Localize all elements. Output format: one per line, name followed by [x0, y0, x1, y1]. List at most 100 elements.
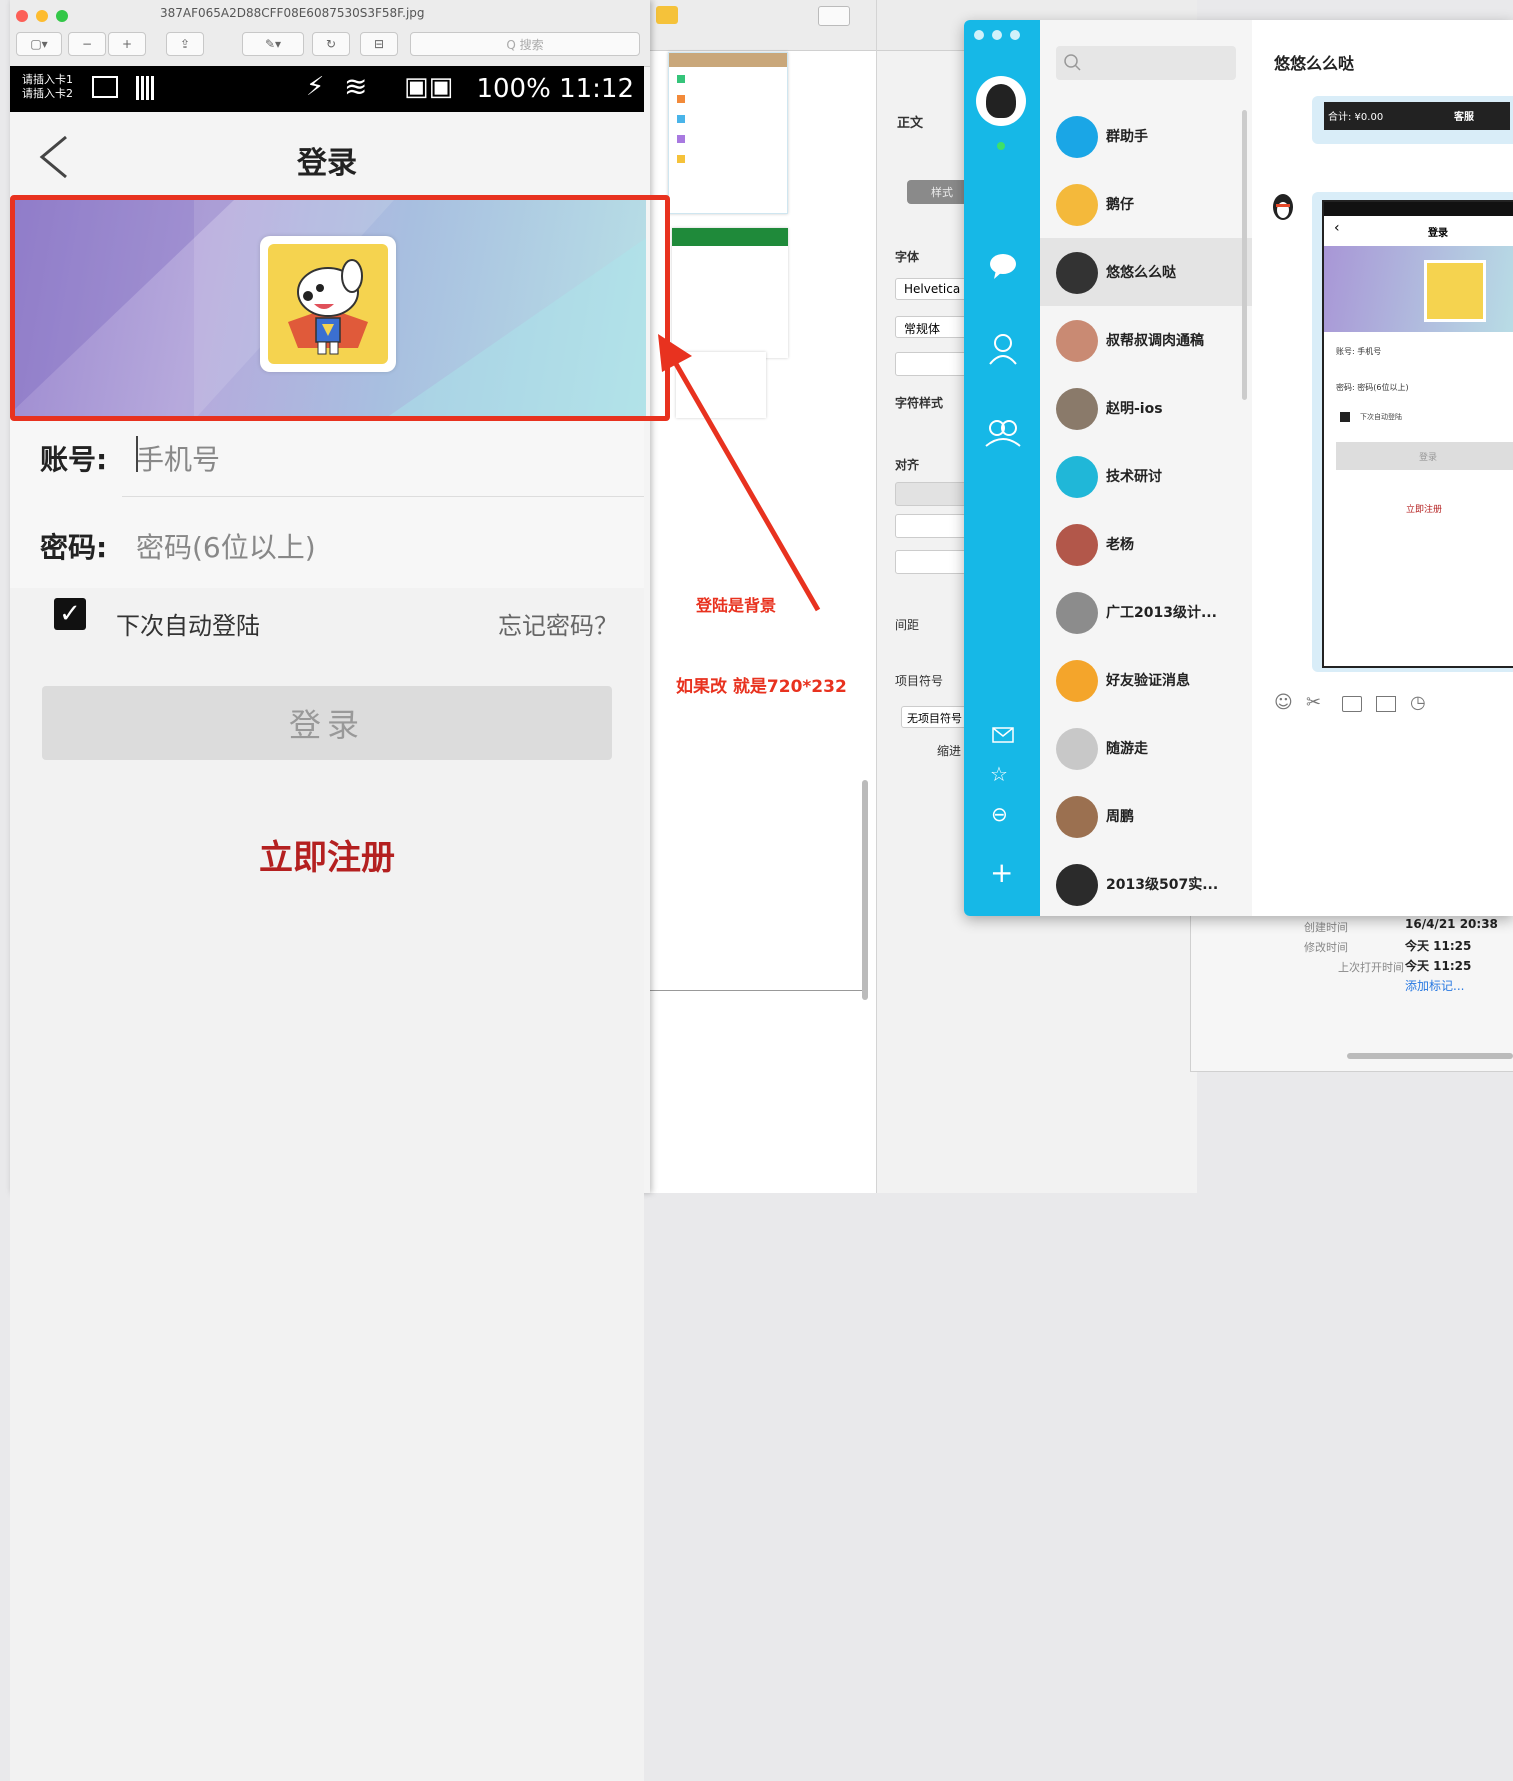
close-window-button[interactable]	[16, 10, 28, 22]
minimize-window-button[interactable]	[992, 30, 1002, 40]
contact-name: 赵明-ios	[1106, 401, 1163, 417]
password-input[interactable]: 密码(6位以上)	[136, 526, 316, 566]
more-icon[interactable]: ⊖	[991, 802, 1008, 826]
preview-back-icon: ‹	[1334, 220, 1340, 236]
message-bubble-screenshot[interactable]: ‹ 登录 账号: 手机号 密码: 密码(6位以上) 下次自动登陆 登录 立即注册	[1312, 192, 1513, 672]
contact-avatar	[1056, 864, 1098, 906]
zoom-out-button[interactable]: −	[68, 32, 106, 56]
forgot-password-link[interactable]: 忘记密码？	[498, 606, 618, 641]
share-button[interactable]	[818, 6, 850, 26]
sim1-text: 请插入卡1	[22, 73, 73, 86]
modified-label: 修改时间	[1304, 941, 1348, 954]
contact-name: 叔帮叔调肉通稿	[1106, 333, 1204, 349]
login-button[interactable]: 登录	[42, 686, 612, 760]
sim-cards-icon: ▣▣	[404, 72, 454, 102]
share-icon[interactable]: ⇪	[166, 32, 204, 56]
search-input[interactable]: Q 搜索	[410, 32, 640, 56]
horizontal-scrollbar[interactable]	[1347, 1053, 1513, 1059]
bullets-label[interactable]: 项目符号	[895, 672, 943, 689]
account-input[interactable]: 手机号	[136, 438, 220, 478]
rotate-button[interactable]: ↻	[312, 32, 350, 56]
contact-item[interactable]: 赵明-ios	[1040, 374, 1252, 442]
contact-name: 技术研讨	[1106, 469, 1162, 485]
gallery-icon	[92, 76, 118, 98]
contact-item[interactable]: 广工2013级计...	[1040, 578, 1252, 646]
auto-login-label[interactable]: 下次自动登陆	[116, 606, 260, 641]
emoji-icon[interactable]: ☺	[1274, 692, 1293, 713]
contact-item[interactable]: 悠悠么么哒	[1040, 238, 1252, 306]
contact-name: 广工2013级计...	[1106, 605, 1217, 621]
mute-icon: ⚡	[306, 72, 325, 102]
markup-button[interactable]: ✎▾	[242, 32, 304, 56]
image-icon[interactable]	[1376, 696, 1396, 712]
msg-total: 合计: ¥0.00	[1328, 112, 1384, 123]
add-tag-link[interactable]: 添加标记...	[1405, 977, 1464, 994]
preview-title: 登录	[1428, 228, 1448, 239]
contacts-icon[interactable]	[988, 332, 1018, 366]
groups-icon[interactable]	[984, 418, 1022, 448]
contact-list: 群助手 鹅仔悠悠么么哒叔帮叔调肉通稿 赵明-ios 技术研讨老杨广工2013级计...…	[1040, 20, 1253, 916]
favorites-star-icon[interactable]: ☆	[990, 762, 1008, 786]
scrollbar[interactable]	[862, 780, 868, 1000]
search-icon	[1064, 54, 1081, 71]
account-label: 账号:	[40, 443, 108, 476]
list-scrollbar[interactable]	[1242, 110, 1247, 400]
close-window-button[interactable]	[974, 30, 984, 40]
contact-item[interactable]: 群助手	[1040, 102, 1252, 170]
contact-item[interactable]: 鹅仔	[1040, 170, 1252, 238]
barcode-icon	[136, 76, 156, 100]
contact-item[interactable]: 技术研讨	[1040, 442, 1252, 510]
preview-toolbar: 387AF065A2D88CFF08E6087530S3F58F.jpg ▢▾ …	[10, 0, 650, 67]
contact-item[interactable]: 叔帮叔调肉通稿	[1040, 306, 1252, 374]
align-label: 对齐	[895, 458, 920, 472]
user-avatar[interactable]	[976, 76, 1026, 126]
thumbnail-list-screen[interactable]	[668, 52, 788, 214]
history-clock-icon[interactable]: ◷	[1410, 692, 1426, 713]
lower-area	[10, 588, 644, 1781]
zoom-in-button[interactable]: +	[108, 32, 146, 56]
zoom-window-button[interactable]	[1010, 30, 1020, 40]
add-icon[interactable]: +	[990, 856, 1013, 889]
contact-avatar	[1056, 456, 1098, 498]
text-cursor	[136, 436, 138, 472]
align-left-button[interactable]	[895, 482, 967, 506]
sidebar-toggle-button[interactable]: ▢▾	[16, 32, 62, 56]
register-link[interactable]: 立即注册	[10, 830, 644, 879]
zoom-window-button[interactable]	[56, 10, 68, 22]
contact-name: 周鹏	[1106, 809, 1134, 825]
messages-icon[interactable]	[988, 252, 1018, 280]
spacing-label[interactable]: 间距	[895, 616, 919, 633]
screenshot-icon[interactable]	[1342, 696, 1362, 712]
mail-icon[interactable]	[992, 726, 1014, 744]
font-weight-select[interactable]: 常规体	[895, 316, 975, 338]
bullets-select[interactable]: 无项目符号	[901, 706, 971, 728]
contact-avatar	[1056, 524, 1098, 566]
chat-panel: 悠悠么么哒 合计: ¥0.00 客服 ‹ 登录 账号: 手机号 密码: 密码(6…	[1252, 20, 1513, 916]
background-toolbar	[650, 0, 880, 51]
contact-item[interactable]: 好友验证消息	[1040, 646, 1252, 714]
minimize-window-button[interactable]	[36, 10, 48, 22]
contact-avatar	[1056, 592, 1098, 634]
page-title: 登录	[297, 146, 357, 181]
phone-screenshot-preview: ‹ 登录 账号: 手机号 密码: 密码(6位以上) 下次自动登陆 登录 立即注册	[1322, 200, 1513, 668]
font-family-select[interactable]: Helvetica	[895, 278, 975, 300]
contact-name: 好友验证消息	[1106, 673, 1190, 689]
contact-item[interactable]: 随游走	[1040, 714, 1252, 782]
contact-item[interactable]: 周鹏	[1040, 782, 1252, 850]
contact-name: 随游走	[1106, 741, 1148, 757]
tab-body[interactable]: 正文	[897, 112, 923, 131]
toolbox-button[interactable]: ⊟	[360, 32, 398, 56]
message-bubble-image[interactable]: 合计: ¥0.00 客服	[1312, 96, 1513, 144]
contact-name: 悠悠么么哒	[1106, 265, 1176, 281]
valign-control[interactable]	[895, 550, 967, 574]
contact-item[interactable]: 老杨	[1040, 510, 1252, 578]
scissors-icon[interactable]: ✂	[1306, 692, 1321, 713]
align-control[interactable]	[895, 514, 967, 538]
contact-avatar	[1056, 796, 1098, 838]
search-input[interactable]	[1056, 46, 1236, 80]
indent-label: 缩进	[937, 744, 962, 758]
contact-item[interactable]: 2013级507实...	[1040, 850, 1252, 916]
phone-nav-bar: 登录	[10, 112, 644, 200]
auto-login-checkbox[interactable]: ✓	[54, 598, 86, 630]
annotation-arrow-icon	[658, 334, 821, 612]
